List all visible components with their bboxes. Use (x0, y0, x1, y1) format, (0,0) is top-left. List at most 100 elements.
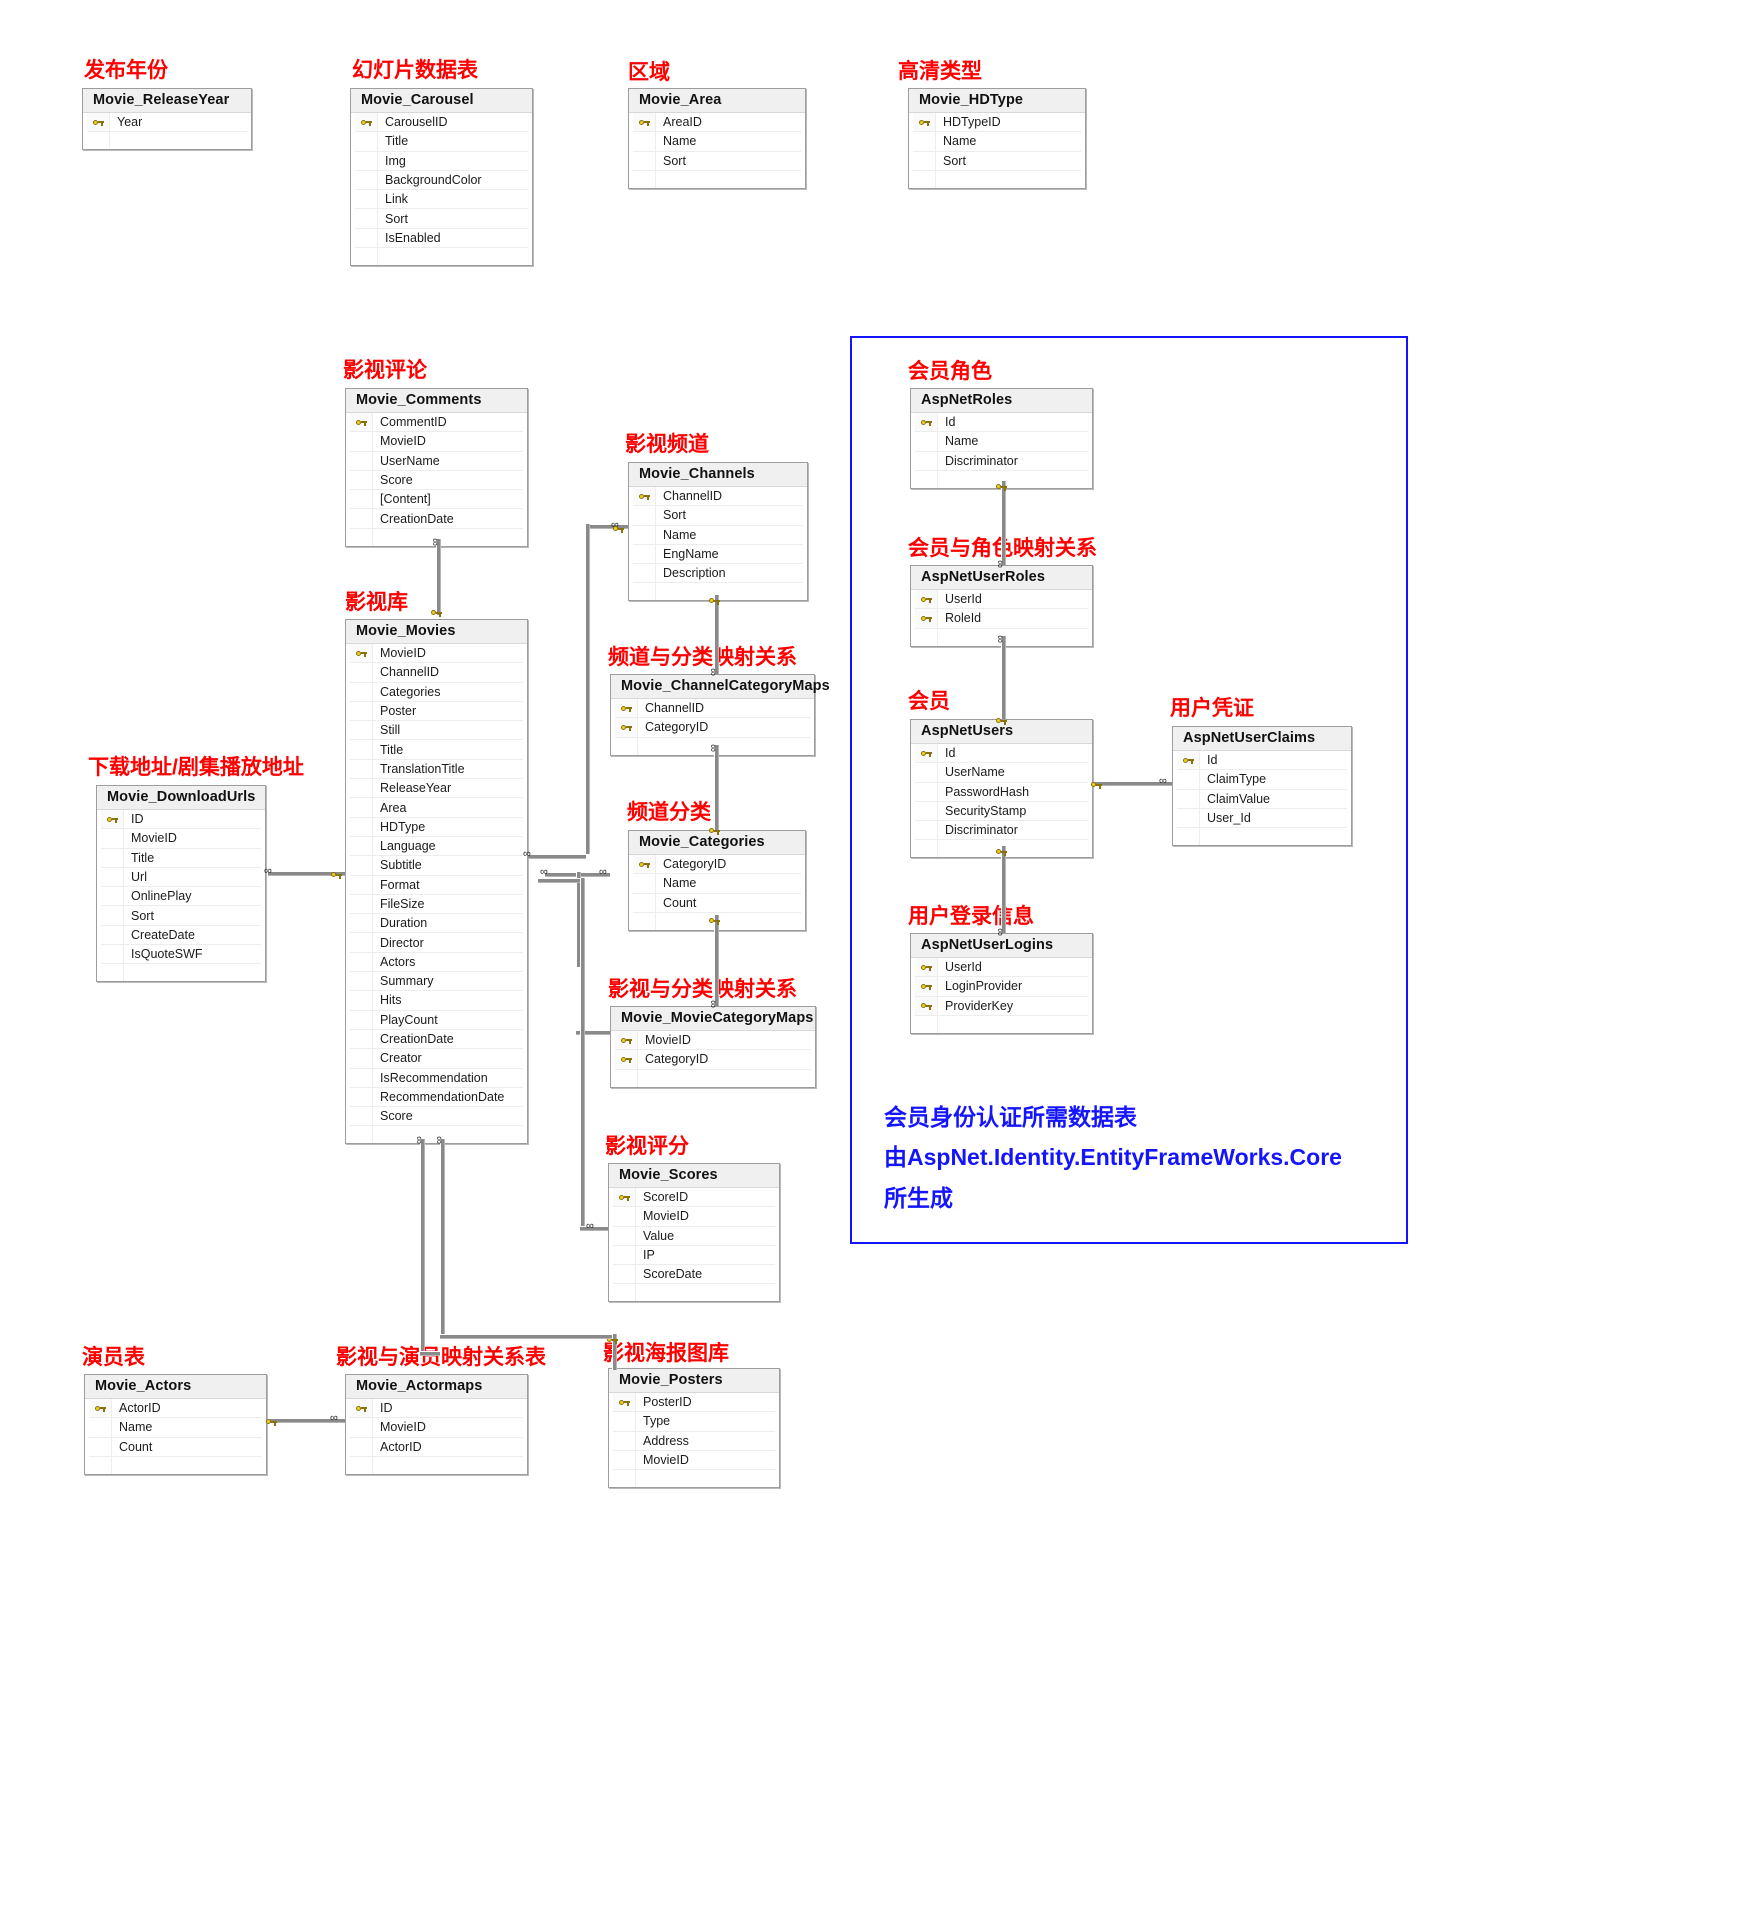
table-row[interactable]: Categories (350, 682, 523, 702)
table-movie-scores[interactable]: Movie_Scores ScoreID MovieID Value IP ScoreDa… (608, 1163, 780, 1303)
table-row[interactable]: Title (355, 132, 528, 152)
table-row[interactable]: MovieID (350, 644, 523, 664)
table-row[interactable]: Count (633, 893, 801, 913)
table-row[interactable]: Still (350, 721, 523, 741)
table-movie-releaseyear[interactable]: Movie_ReleaseYear Year (82, 88, 252, 151)
table-row[interactable]: MovieID (613, 1450, 775, 1471)
relation-line (714, 745, 719, 830)
table-row[interactable]: Name (633, 874, 801, 894)
table-row[interactable]: HDTypeID (913, 113, 1081, 133)
table-row[interactable]: Sort (913, 151, 1081, 171)
table-row[interactable]: Address (613, 1431, 775, 1451)
annotation-movie-downloadurls: 下载地址/剧集播放地址 (88, 756, 304, 779)
table-row[interactable]: IsRecommendation (350, 1068, 523, 1088)
table-row[interactable]: ChannelID (615, 699, 810, 719)
table-row[interactable]: Sort (633, 506, 803, 526)
table-row[interactable]: ReleaseYear (350, 779, 523, 799)
table-row[interactable]: Director (350, 933, 523, 953)
table-movie-comments[interactable]: Movie_Comments CommentID MovieID UserName Sc… (345, 388, 528, 547)
table-row[interactable]: Name (89, 1418, 262, 1438)
table-row[interactable]: Language (350, 836, 523, 857)
table-movie-downloadurls[interactable]: Movie_DownloadUrls ID MovieID Title Url Onlin… (96, 785, 266, 983)
table-row[interactable]: Title (350, 740, 523, 760)
table-row[interactable]: ID (101, 810, 261, 830)
table-row[interactable]: CreationDate (350, 1029, 523, 1050)
table-row[interactable]: ActorID (350, 1437, 523, 1457)
table-row[interactable]: CreationDate (350, 509, 523, 529)
table-row[interactable]: PosterID (613, 1393, 775, 1413)
table-movie-movies[interactable]: Movie_Movies MovieID ChannelID Categories Po… (345, 619, 528, 1145)
table-row[interactable]: Score (350, 470, 523, 491)
table-movie-actormaps[interactable]: Movie_Actormaps ID MovieID ActorID (345, 1374, 528, 1475)
table-row[interactable]: Value (613, 1226, 775, 1246)
table-row[interactable]: MovieID (101, 829, 261, 849)
field-name: Creator (380, 1051, 422, 1066)
table-row[interactable]: ActorID (89, 1399, 262, 1419)
table-row[interactable]: ScoreDate (613, 1265, 775, 1285)
table-row[interactable]: Name (913, 132, 1081, 152)
table-row[interactable]: Sort (633, 151, 801, 171)
table-row[interactable]: Description (633, 564, 803, 584)
table-row[interactable]: Format (350, 875, 523, 895)
table-row[interactable]: Hits (350, 991, 523, 1011)
table-row[interactable]: Duration (350, 914, 523, 934)
table-row[interactable]: IP (613, 1245, 775, 1266)
table-row[interactable]: IsEnabled (355, 228, 528, 249)
table-movie-moviecategorymaps[interactable]: Movie_MovieCategoryMaps MovieID CategoryID (610, 1006, 816, 1088)
table-row[interactable]: FileSize (350, 894, 523, 915)
table-row[interactable]: HDType (350, 817, 523, 837)
table-row[interactable]: Creator (350, 1049, 523, 1069)
table-row[interactable]: Img (355, 151, 528, 171)
table-row[interactable]: CreateDate (101, 925, 261, 946)
table-row[interactable]: MovieID (350, 432, 523, 452)
table-row[interactable]: Url (101, 867, 261, 888)
table-row[interactable]: MovieID (615, 1031, 811, 1051)
table-row[interactable]: Sort (101, 906, 261, 926)
table-row[interactable]: Name (633, 525, 803, 545)
table-row[interactable]: MovieID (350, 1418, 523, 1438)
table-row[interactable]: TranslationTitle (350, 759, 523, 780)
table-row[interactable]: Link (355, 190, 528, 210)
relation-many-endpoint: ∞ (264, 865, 272, 877)
table-row[interactable]: RecommendationDate (350, 1087, 523, 1108)
table-row[interactable]: CommentID (350, 413, 523, 433)
table-row[interactable]: OnlinePlay (101, 887, 261, 907)
table-row[interactable]: BackgroundColor (355, 170, 528, 191)
table-row[interactable]: [Content] (350, 490, 523, 510)
table-row[interactable]: Count (89, 1437, 262, 1457)
table-row[interactable]: Poster (350, 701, 523, 722)
table-row[interactable]: CategoryID (615, 1050, 811, 1070)
table-movie-posters[interactable]: Movie_Posters PosterID Type Address MovieID (608, 1368, 780, 1489)
table-row[interactable]: CarouselID (355, 113, 528, 133)
table-movie-channels[interactable]: Movie_Channels ChannelID Sort Name EngName De… (628, 462, 808, 602)
table-row[interactable]: CategoryID (633, 855, 801, 875)
table-row[interactable]: Name (633, 132, 801, 152)
table-row[interactable]: EngName (633, 544, 803, 565)
table-row[interactable]: ChannelID (350, 663, 523, 683)
table-row[interactable]: MovieID (613, 1207, 775, 1227)
table-row[interactable]: AreaID (633, 113, 801, 133)
table-row[interactable]: Title (101, 848, 261, 868)
table-row[interactable]: Score (350, 1107, 523, 1127)
table-row[interactable]: ScoreID (613, 1188, 775, 1208)
table-movie-area[interactable]: Movie_Area AreaID Name Sort (628, 88, 806, 189)
table-row[interactable]: PlayCount (350, 1010, 523, 1030)
table-movie-carousel[interactable]: Movie_Carousel CarouselID Title Img Backgrou… (350, 88, 533, 267)
table-movie-actors[interactable]: Movie_Actors ActorID Name Count (84, 1374, 267, 1475)
table-row[interactable]: Type (613, 1412, 775, 1432)
table-row[interactable]: CategoryID (615, 718, 810, 738)
table-row[interactable]: ChannelID (633, 487, 803, 507)
table-row[interactable]: UserName (350, 451, 523, 471)
table-row[interactable]: ID (350, 1399, 523, 1419)
table-row[interactable]: Sort (355, 209, 528, 229)
table-row[interactable]: Subtitle (350, 856, 523, 876)
field-name: Poster (380, 704, 417, 719)
key-cell (613, 1245, 636, 1265)
table-movie-hdtype[interactable]: Movie_HDType HDTypeID Name Sort (908, 88, 1086, 189)
table-row[interactable]: Summary (350, 972, 523, 992)
table-row[interactable]: Actors (350, 952, 523, 973)
key-cell (633, 132, 656, 151)
table-row[interactable]: IsQuoteSWF (101, 945, 261, 965)
table-row[interactable]: Area (350, 798, 523, 818)
table-row[interactable]: Year (87, 113, 247, 133)
